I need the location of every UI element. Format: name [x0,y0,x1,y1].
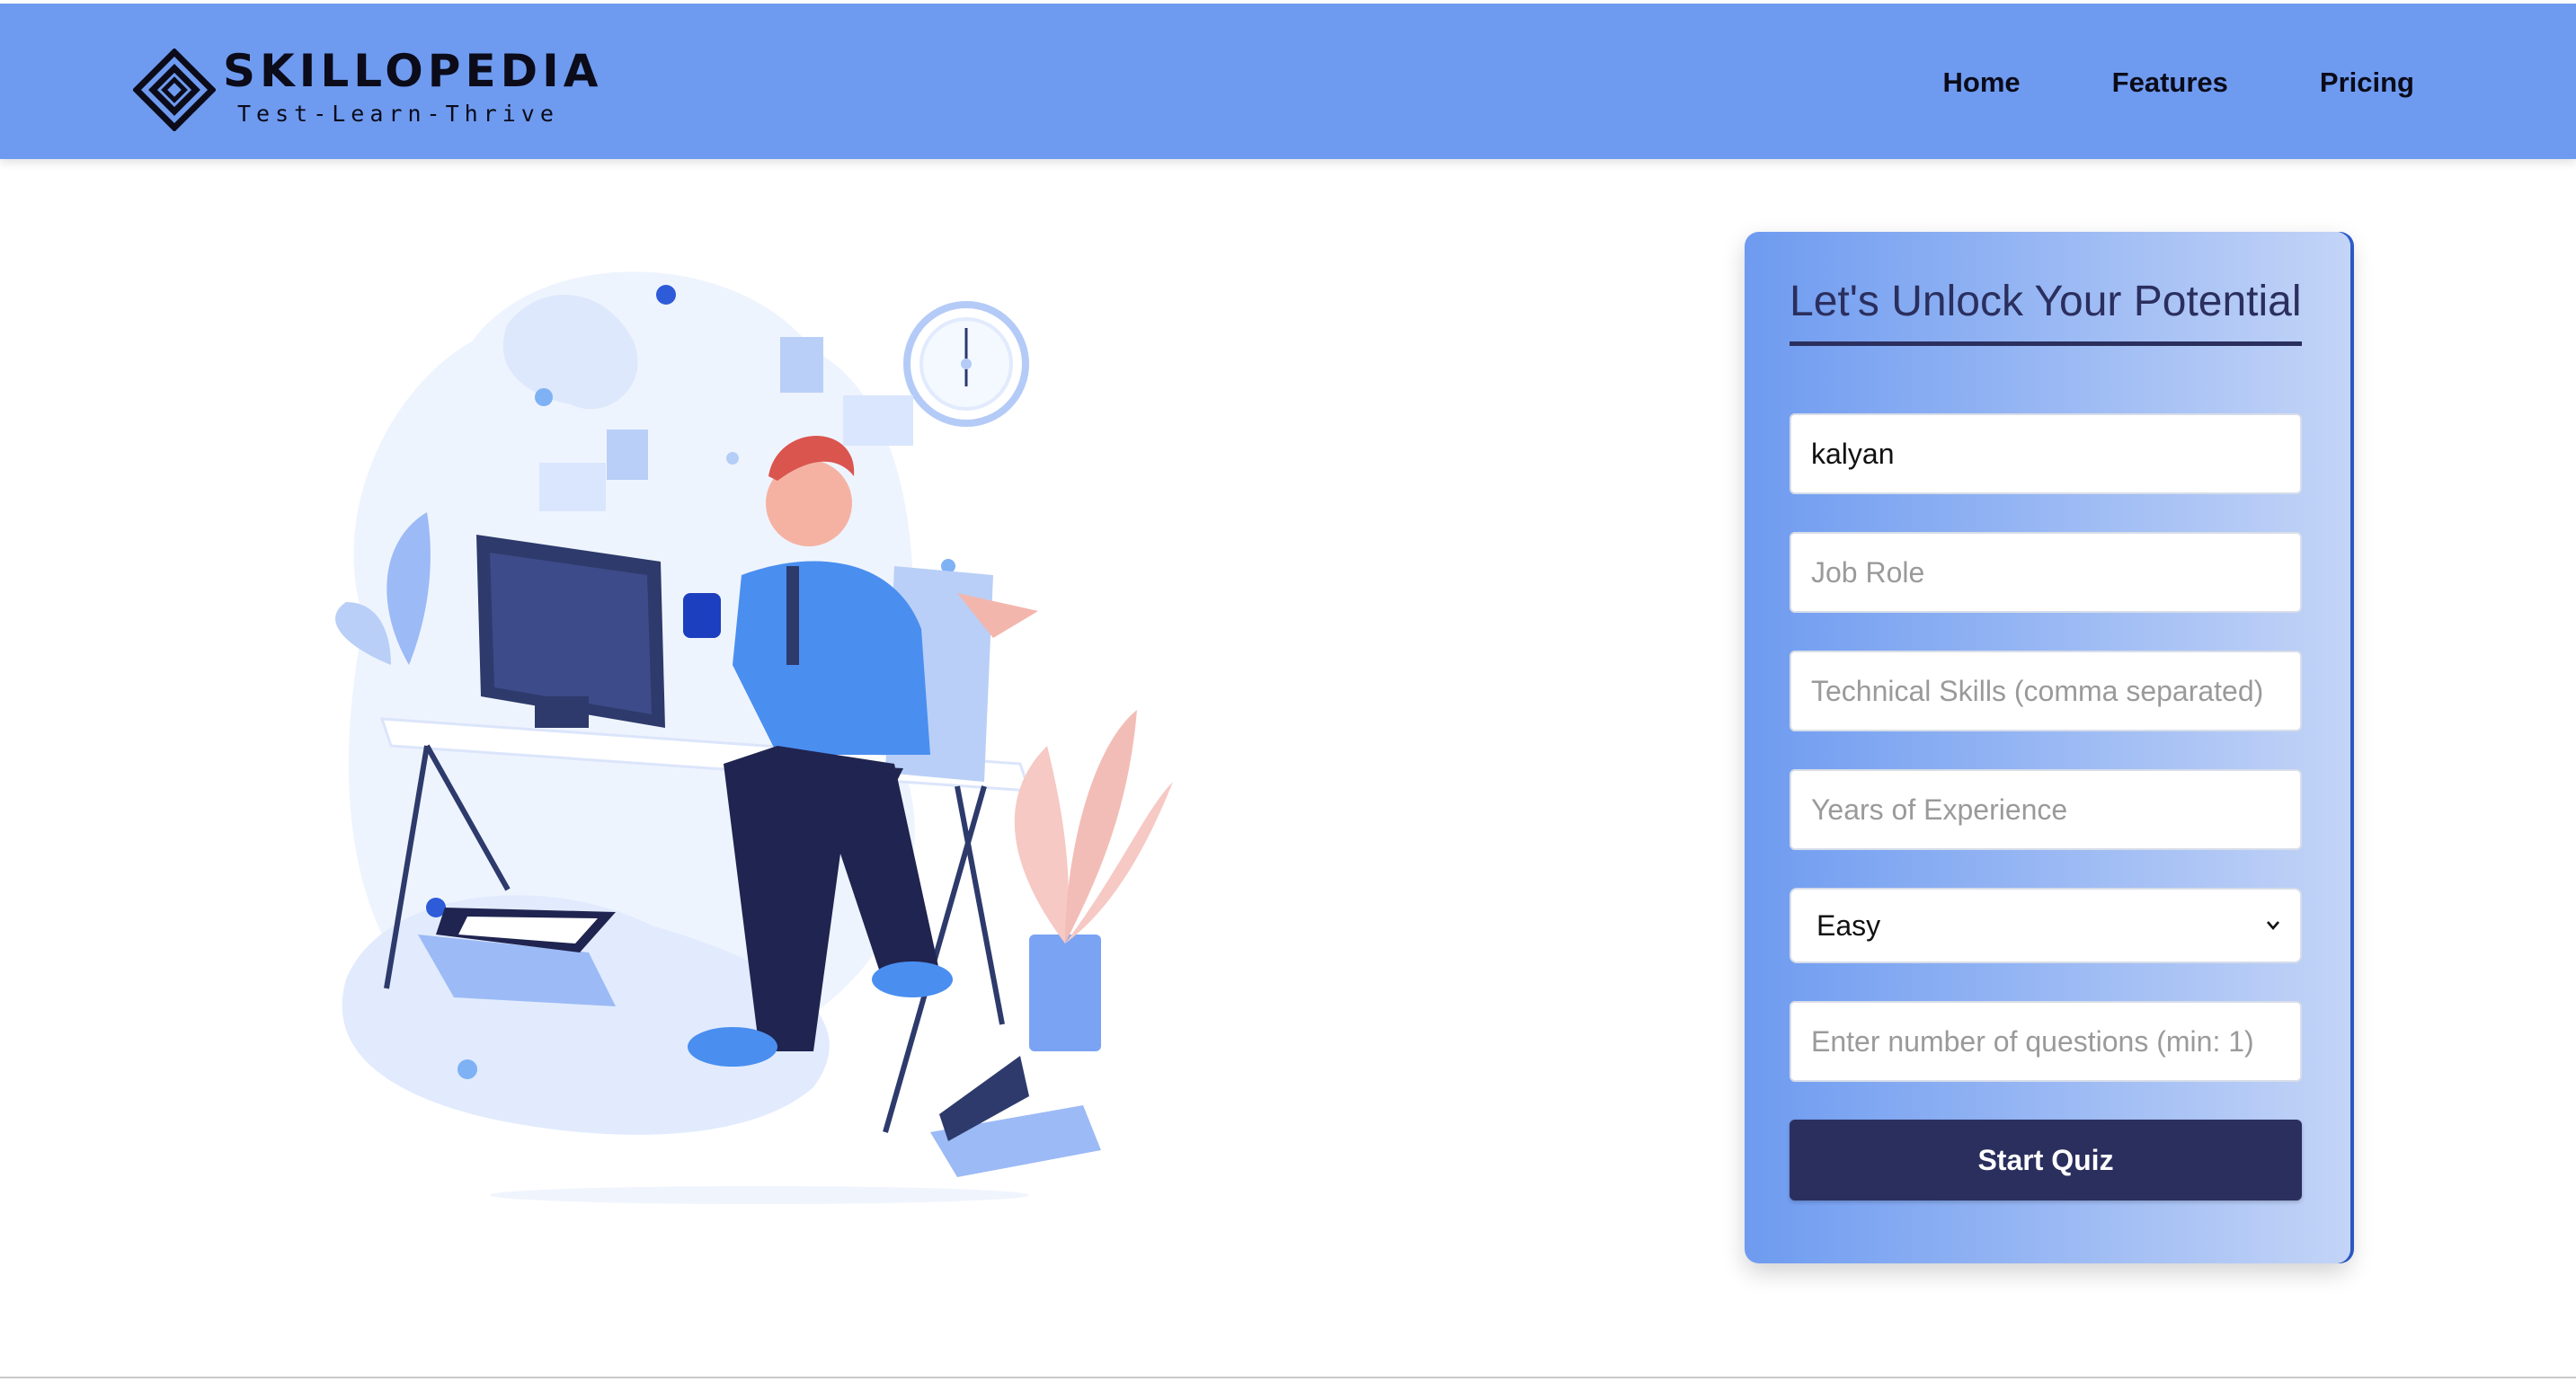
nav-features-link[interactable]: Features [2112,66,2228,99]
technical-skills-input[interactable] [1790,651,2302,731]
brand-tagline: Test-Learn-Thrive [237,101,559,127]
diamond-logo-icon [133,49,216,131]
start-quiz-button[interactable]: Start Quiz [1790,1120,2302,1200]
name-input[interactable] [1790,413,2302,494]
title-underline [1790,341,2302,346]
chevron-down-icon [2267,921,2279,930]
brand-name: SKILLOPEDIA [223,45,603,97]
years-experience-input[interactable] [1790,769,2302,850]
site-header: SKILLOPEDIA Test-Learn-Thrive Home Featu… [0,4,2576,159]
quiz-setup-card: Let's Unlock Your Potential Easy Start Q… [1745,232,2350,1263]
nav-pricing-link[interactable]: Pricing [2320,66,2414,99]
nav-home-link[interactable]: Home [1943,66,2021,99]
difficulty-select[interactable]: Easy [1790,888,2302,963]
hero-illustration [335,271,1173,1204]
difficulty-selected-value: Easy [1817,909,1881,942]
form-title: Let's Unlock Your Potential [1790,278,2302,325]
main-nav: Home Features Pricing [1943,66,2414,99]
number-of-questions-input[interactable] [1790,1001,2302,1082]
job-role-input[interactable] [1790,532,2302,613]
bottom-divider [0,1377,2576,1378]
